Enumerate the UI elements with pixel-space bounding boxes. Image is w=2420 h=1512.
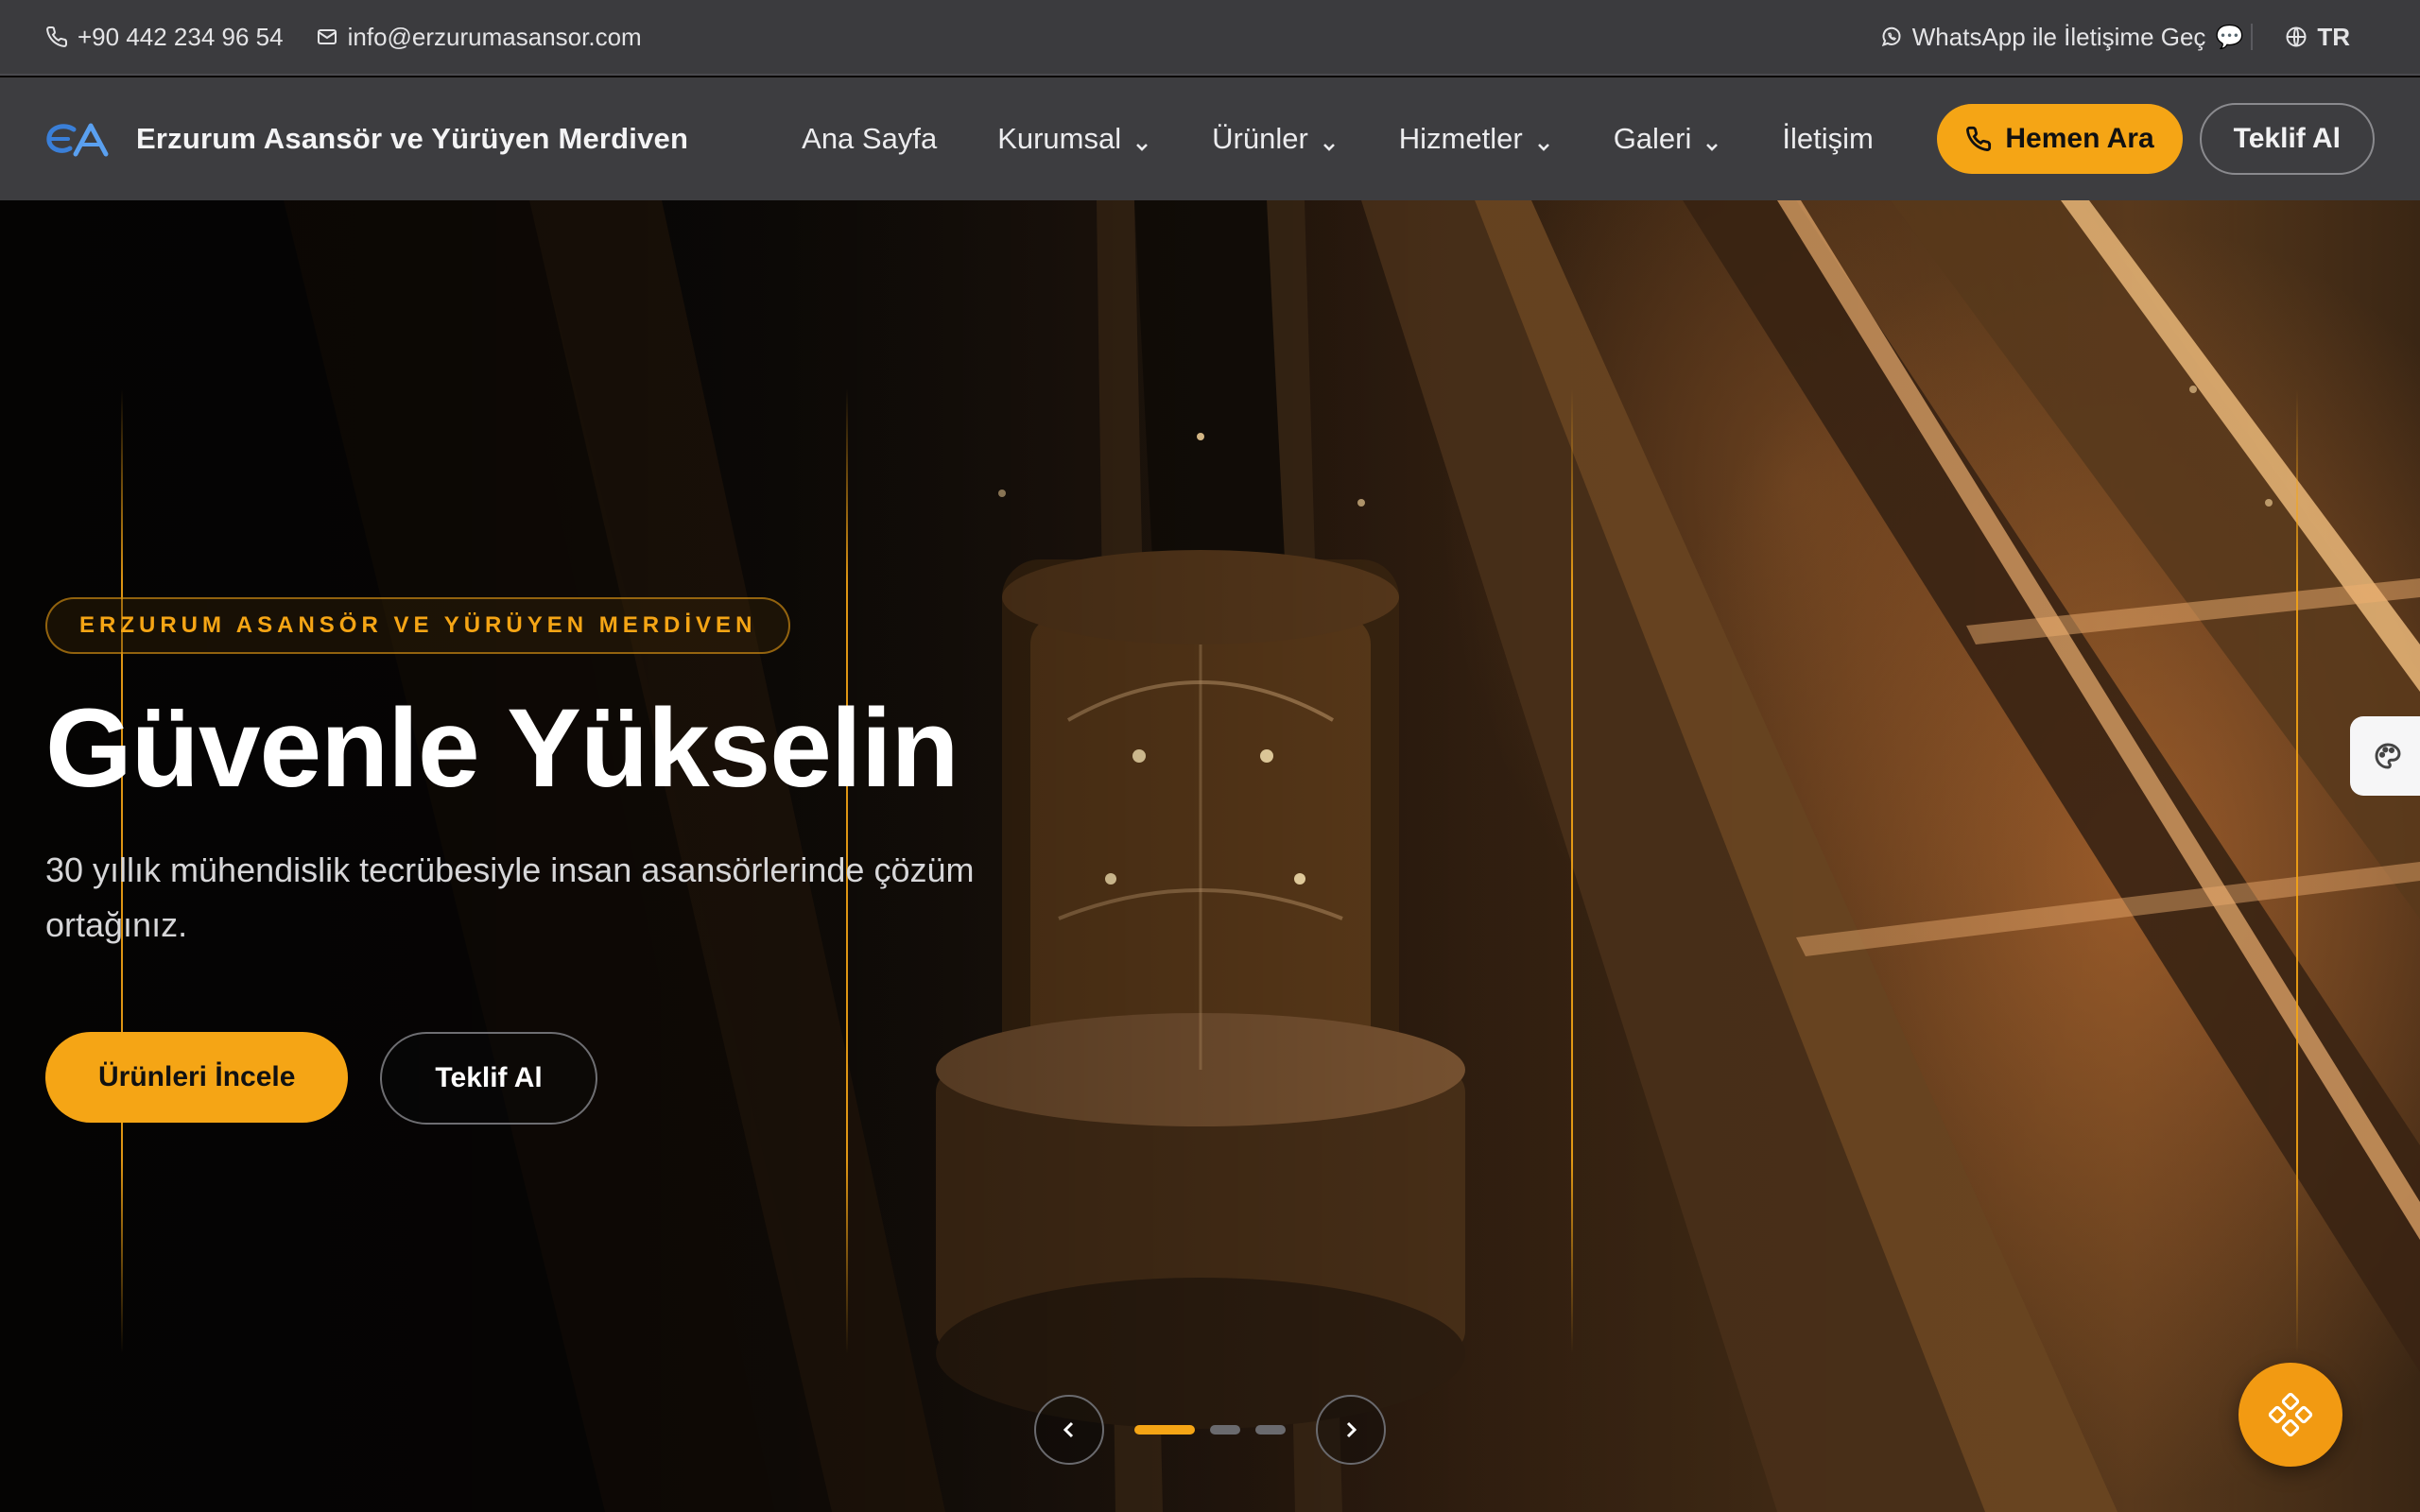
hero-actions: Ürünleri İncele Teklif Al — [45, 1031, 1180, 1125]
slide-dot-3[interactable] — [1255, 1425, 1286, 1435]
whatsapp-label: WhatsApp ile İletişime Geç — [1911, 22, 2206, 51]
brand-name: Erzurum Asansör ve Yürüyen Merdiven — [136, 122, 689, 155]
nav-label: Ana Sayfa — [802, 122, 938, 155]
get-quote-label: Teklif Al — [2233, 123, 2341, 154]
chevron-down-icon — [1534, 129, 1553, 151]
hero-title: Güvenle Yükselin — [45, 686, 959, 811]
floating-widget-button[interactable] — [2238, 1363, 2342, 1467]
nav-label: Galeri — [1613, 122, 1692, 155]
nav-item-home[interactable]: Ana Sayfa — [802, 122, 937, 156]
nav-actions: Hemen Ara Teklif Al — [1937, 103, 2375, 175]
top-info-bar: +90 442 234 96 54 info@erzurumasansor.co… — [0, 0, 2420, 76]
chevron-down-icon — [1703, 129, 1721, 151]
chevron-left-icon — [1063, 1421, 1074, 1438]
email-address: info@erzurumasansor.com — [347, 22, 642, 51]
nav-item-hizmetler[interactable]: Hizmetler — [1399, 122, 1553, 156]
widget-icon — [2268, 1392, 2313, 1437]
speech-bubble-emoji: 💬 — [2215, 24, 2244, 50]
main-navbar: Erzurum Asansör ve Yürüyen Merdiven Ana … — [0, 77, 2420, 200]
nav-item-iletisim[interactable]: İletişim — [1782, 122, 1873, 156]
hero-content: ERZURUM ASANSÖR VE YÜRÜYEN MERDİVEN Güve… — [45, 597, 1180, 1125]
hero-subtitle: 30 yıllık mühendislik tecrübesiyle insan… — [45, 850, 975, 944]
hero-quote-label: Teklif Al — [435, 1061, 543, 1093]
language-switcher[interactable]: TR — [2285, 23, 2350, 52]
brand-link[interactable]: Erzurum Asansör ve Yürüyen Merdiven — [45, 116, 688, 162]
phone-link[interactable]: +90 442 234 96 54 — [45, 23, 284, 52]
nav-item-galeri[interactable]: Galeri — [1614, 122, 1722, 156]
phone-icon — [1966, 126, 1992, 151]
hero-quote-button[interactable]: Teklif Al — [380, 1031, 597, 1125]
call-now-label: Hemen Ara — [2005, 123, 2154, 154]
theme-settings-tab[interactable] — [2350, 716, 2420, 796]
brand-logo — [46, 123, 109, 157]
nav-label: Kurumsal — [997, 122, 1122, 155]
nav-label: Ürünler — [1212, 122, 1308, 155]
topbar-divider — [2251, 24, 2254, 50]
call-now-button[interactable]: Hemen Ara — [1937, 104, 2183, 174]
slide-dot-1[interactable] — [1134, 1425, 1195, 1435]
get-quote-button[interactable]: Teklif Al — [2199, 103, 2375, 175]
hero-eyebrow-badge: ERZURUM ASANSÖR VE YÜRÜYEN MERDİVEN — [45, 597, 791, 654]
globe-icon — [2286, 26, 2307, 47]
slide-dot-2[interactable] — [1210, 1425, 1240, 1435]
nav-item-kurumsal[interactable]: Kurumsal — [997, 122, 1151, 156]
main-menu: Ana Sayfa Kurumsal Ürünler Hizmetler Gal… — [802, 122, 1934, 156]
slide-indicators — [1134, 1425, 1286, 1435]
next-slide-button[interactable] — [1316, 1395, 1386, 1465]
whatsapp-link[interactable]: WhatsApp ile İletişime Geç 💬 — [1880, 22, 2244, 52]
palette-icon — [2375, 743, 2401, 769]
chevron-down-icon — [1320, 129, 1339, 151]
view-products-label: Ürünleri İncele — [98, 1060, 296, 1092]
phone-icon — [46, 26, 68, 47]
nav-item-urunler[interactable]: Ürünler — [1212, 122, 1339, 156]
nav-label: Hizmetler — [1398, 122, 1523, 155]
chevron-right-icon — [1346, 1421, 1357, 1438]
whatsapp-icon — [1881, 26, 1901, 47]
email-link[interactable]: info@erzurumasansor.com — [316, 23, 642, 52]
previous-slide-button[interactable] — [1034, 1395, 1104, 1465]
slider-controls — [1034, 1395, 1386, 1465]
phone-number: +90 442 234 96 54 — [78, 22, 284, 51]
decorative-guide-line — [1571, 389, 1573, 1353]
hero-slider: ERZURUM ASANSÖR VE YÜRÜYEN MERDİVEN Güve… — [0, 200, 2420, 1512]
language-code: TR — [2317, 22, 2350, 51]
view-products-button[interactable]: Ürünleri İncele — [45, 1031, 349, 1123]
nav-label: İletişim — [1782, 122, 1874, 155]
decorative-guide-line — [2296, 389, 2298, 1353]
mail-icon — [317, 29, 337, 44]
chevron-down-icon — [1132, 129, 1151, 151]
